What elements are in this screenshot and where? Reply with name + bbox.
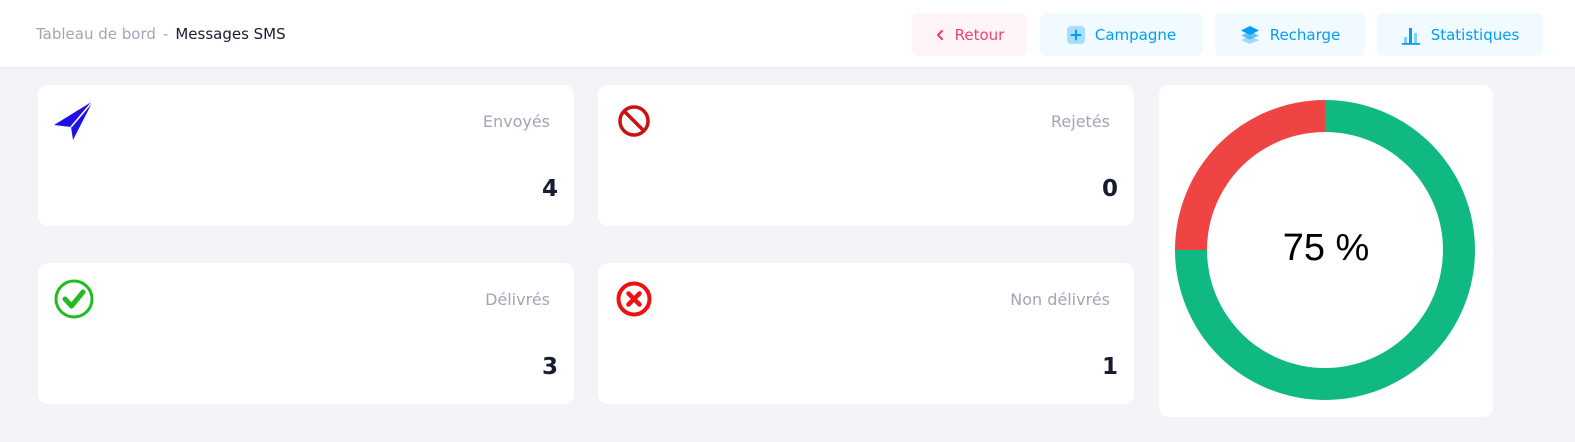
recharge-button[interactable]: Recharge [1215, 13, 1365, 56]
sent-count: 4 [541, 176, 558, 202]
check-circle-icon [52, 277, 96, 321]
paper-plane-icon [52, 99, 96, 143]
delivery-rate-card: 75 % [1159, 85, 1493, 417]
recharge-button-label: Recharge [1269, 25, 1341, 44]
campaign-button[interactable]: Campagne [1040, 13, 1203, 56]
back-button[interactable]: Retour [912, 13, 1027, 56]
delivery-rate-label: 75 % [1282, 227, 1370, 269]
layers-icon [1240, 25, 1260, 45]
breadcrumb-separator: - [162, 25, 169, 43]
rejected-label: Rejetés [1051, 112, 1110, 131]
delivered-label: Délivrés [485, 290, 550, 309]
breadcrumb-current: Messages SMS [175, 25, 286, 43]
chevron-left-icon [935, 29, 945, 41]
x-circle-icon [612, 277, 656, 321]
sent-stat-card: Envoyés 4 [38, 85, 574, 226]
statistics-button-label: Statistiques [1430, 25, 1520, 44]
breadcrumb-dashboard-link[interactable]: Tableau de bord [36, 25, 156, 43]
delivered-count: 3 [541, 354, 558, 380]
ban-icon [612, 99, 656, 143]
statistics-button[interactable]: Statistiques [1377, 13, 1543, 56]
plus-square-icon [1066, 25, 1085, 44]
undelivered-label: Non délivrés [1010, 290, 1110, 309]
campaign-button-label: Campagne [1094, 25, 1177, 44]
back-button-label: Retour [954, 25, 1005, 44]
bar-chart-icon [1401, 25, 1421, 45]
rejected-count: 0 [1101, 176, 1118, 202]
undelivered-count: 1 [1101, 354, 1118, 380]
top-bar: Tableau de bord - Messages SMS Retour Camp… [0, 0, 1575, 67]
undelivered-stat-card: Non délivrés 1 [598, 263, 1134, 404]
delivered-stat-card: Délivrés 3 [38, 263, 574, 404]
rejected-stat-card: Rejetés 0 [598, 85, 1134, 226]
breadcrumb: Tableau de bord - Messages SMS [36, 24, 286, 44]
sent-label: Envoyés [482, 112, 550, 131]
